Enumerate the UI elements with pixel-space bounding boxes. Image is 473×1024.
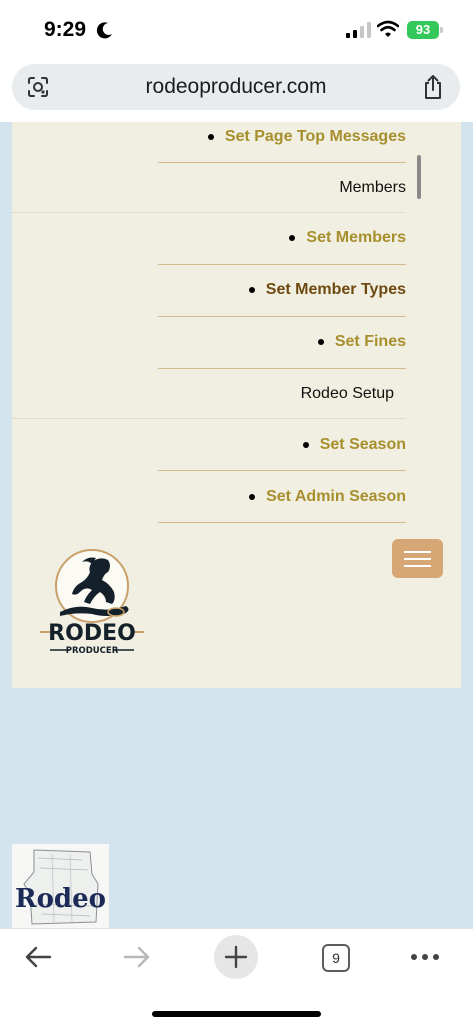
menu-item-set-admin-season[interactable]: Set Admin Season — [158, 471, 406, 523]
menu-item-label[interactable]: Set Admin Season — [266, 488, 406, 506]
signal-icon — [346, 22, 371, 38]
scrollbar-thumb[interactable] — [417, 155, 421, 199]
url-text[interactable]: rodeoproducer.com — [12, 75, 460, 99]
thumbnail-word: Rodeo — [14, 884, 106, 914]
menu-item-label[interactable]: Set Member Types — [266, 281, 406, 299]
battery-indicator: 93 — [407, 21, 439, 39]
menu-item-label[interactable]: Set Members — [306, 229, 406, 247]
bullet — [249, 494, 256, 500]
bullet — [248, 287, 255, 293]
menu-item-label[interactable]: Set Fines — [335, 333, 406, 351]
menu-heading-label[interactable]: Members — [339, 179, 406, 197]
share-icon[interactable] — [422, 74, 444, 100]
address-bar[interactable]: rodeoproducer.com — [12, 64, 460, 110]
forward-arrow-icon[interactable] — [123, 945, 151, 969]
status-bar: 9:29 93 — [0, 0, 473, 60]
more-icon[interactable] — [410, 953, 440, 961]
battery-tip — [440, 27, 443, 33]
bullet — [289, 235, 296, 241]
new-tab-button[interactable] — [214, 935, 258, 979]
menu-item-set-page-top-messages[interactable]: Set Page Top Messages — [158, 111, 406, 163]
status-time: 9:29 — [44, 18, 87, 41]
menu-item-label[interactable]: Set Page Top Messages — [225, 128, 406, 146]
tabs-button[interactable]: 9 — [322, 944, 350, 972]
home-indicator[interactable] — [152, 1011, 321, 1017]
menu-item-label[interactable]: Set Season — [320, 436, 406, 454]
menu-item-set-members[interactable]: Set Members — [158, 212, 406, 264]
browser-bottom-bar: 9 — [0, 928, 473, 1024]
menu-item-set-season[interactable]: Set Season — [158, 419, 406, 471]
hamburger-icon-line — [404, 551, 431, 553]
bullet — [207, 134, 214, 140]
wifi-icon — [377, 20, 399, 37]
rodeo-map-thumbnail[interactable]: Rodeo — [12, 844, 109, 928]
menu-item-set-member-types[interactable]: Set Member Types — [158, 264, 406, 316]
back-arrow-icon[interactable] — [24, 945, 52, 969]
hamburger-icon-line — [404, 565, 431, 567]
bullet — [302, 442, 309, 448]
menu-heading-rodeo-setup[interactable]: Rodeo Setup — [158, 368, 394, 420]
moon-icon — [96, 22, 112, 39]
logo-word: RODEO — [48, 621, 136, 646]
plus-icon — [224, 945, 248, 969]
logo-subword: PRODUCER — [66, 646, 119, 656]
navigation-menu: Set Page Top Messages Members Set Member… — [12, 122, 461, 688]
rodeo-producer-logo[interactable]: RODEO PRODUCER — [36, 542, 148, 660]
menu-item-set-fines[interactable]: Set Fines — [158, 316, 406, 368]
hamburger-icon-line — [404, 558, 431, 560]
separator — [158, 522, 406, 523]
menu-heading-label[interactable]: Rodeo Setup — [301, 385, 394, 403]
hamburger-menu-button[interactable] — [392, 539, 443, 578]
menu-heading-members[interactable]: Members — [158, 162, 406, 214]
bullet — [317, 339, 324, 345]
